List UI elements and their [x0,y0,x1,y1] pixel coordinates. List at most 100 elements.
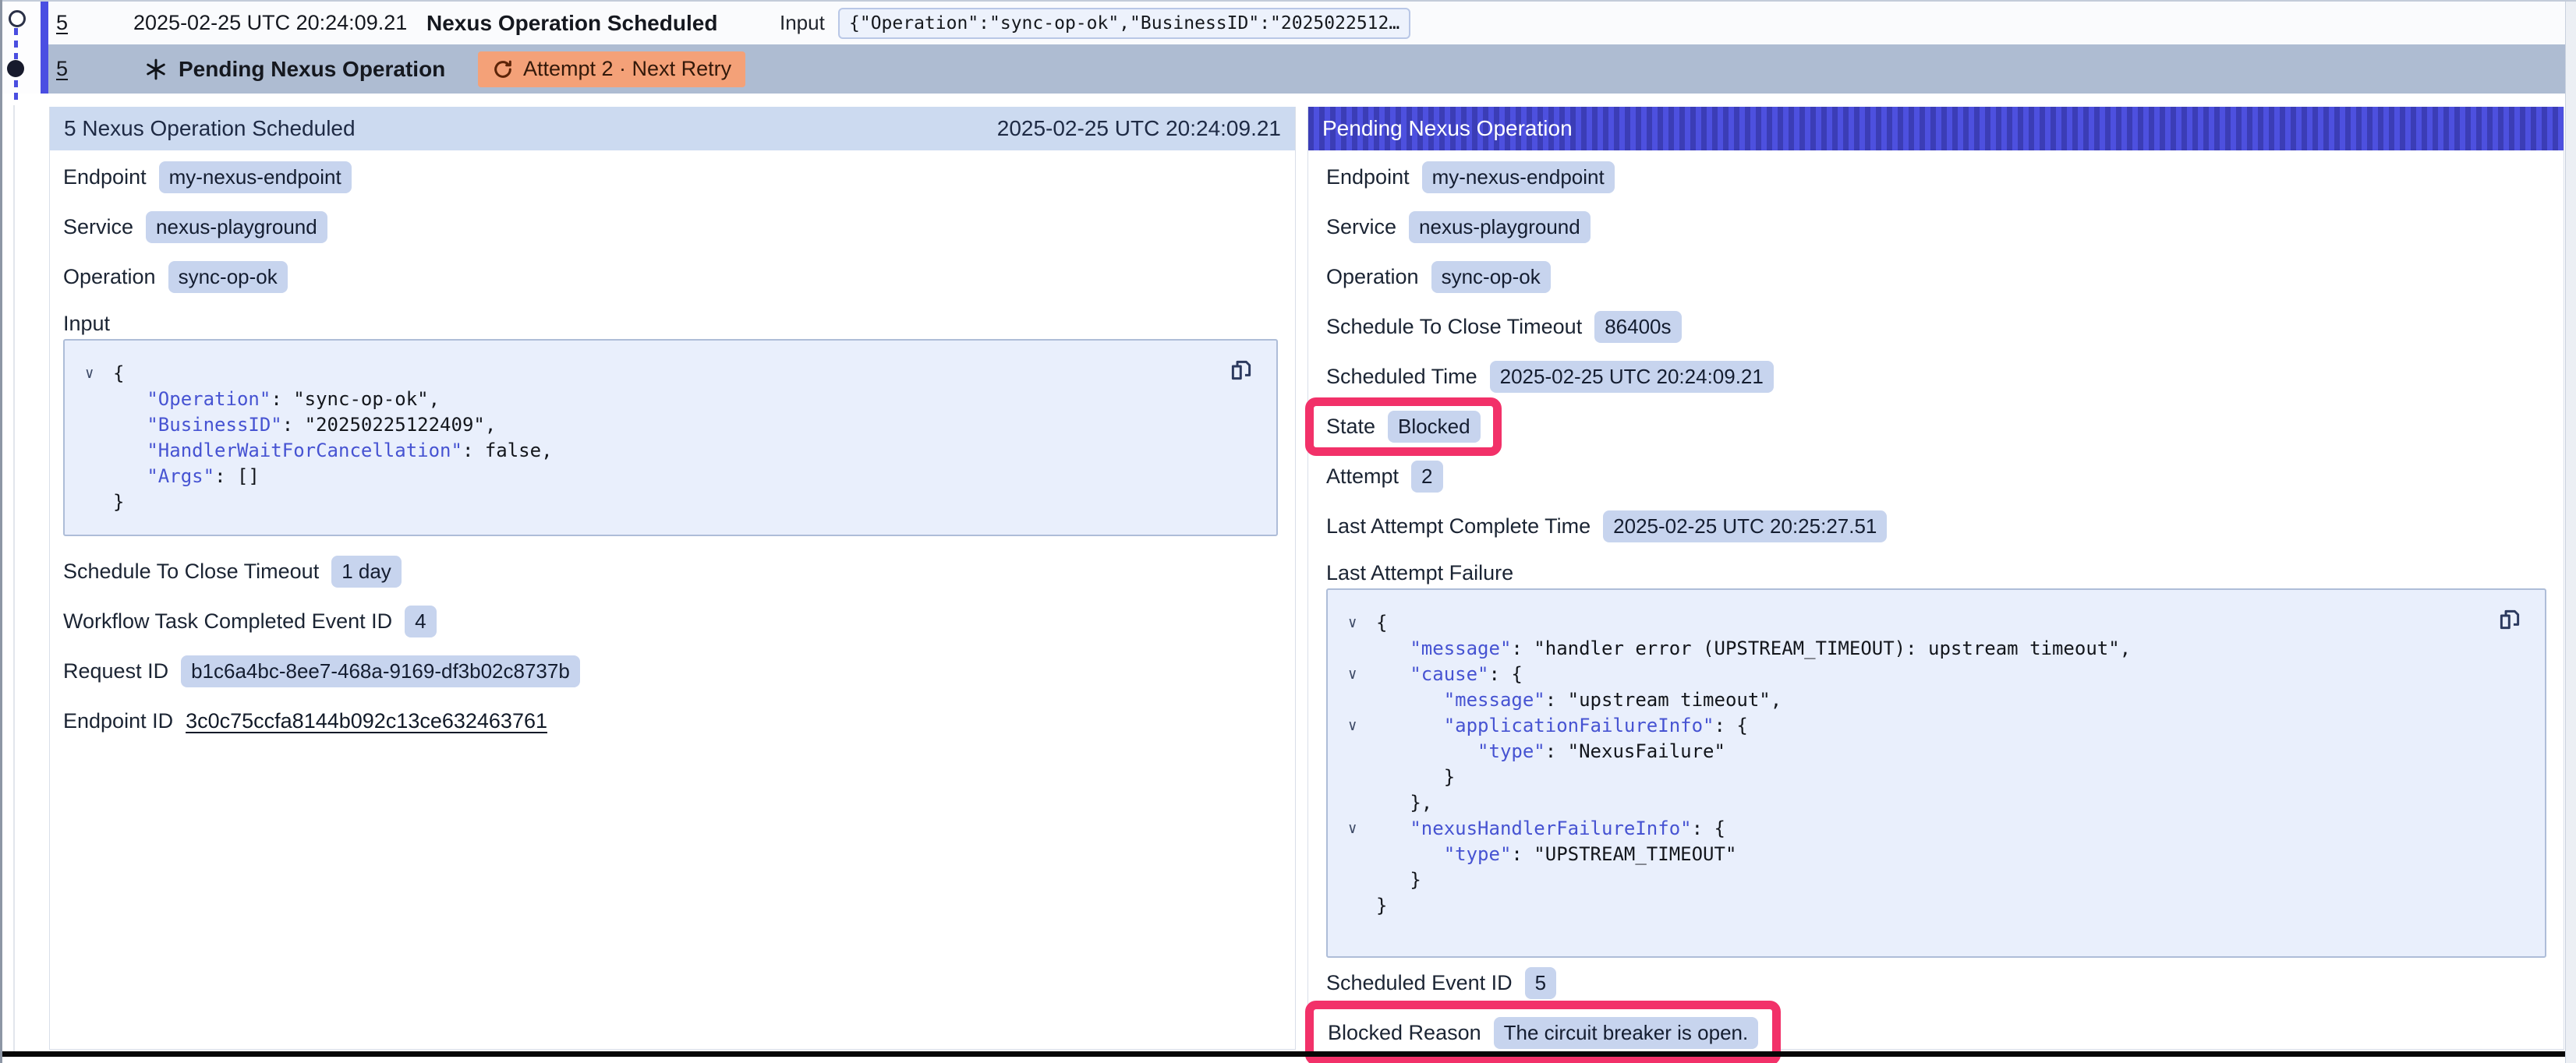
field-label: Scheduled Event ID [1326,971,1513,995]
json-text: { [1376,610,1387,636]
failure-code-label: Last Attempt Failure [1326,557,2546,588]
timeline-active-dot [7,60,24,77]
json-text [1376,842,1444,867]
field-row-request-id: Request IDb1c6a4bc-8ee7-468a-9169-df3b02… [63,646,1278,696]
json-text: : "upstream timeout", [1545,687,1782,713]
pending-operation-panel: Pending Nexus Operation Endpointmy-nexus… [1307,107,2564,1050]
chevron-down-icon[interactable]: ∨ [1343,713,1376,739]
retry-badge-wrap: Attempt 2 · Next Retry [478,44,745,94]
json-text [1376,713,1444,739]
window-bottom-border [0,1051,2576,1057]
field-value-link[interactable]: 3c0c75ccfa8144b092c13ce632463761 [186,709,547,733]
json-key: "type" [1477,739,1545,765]
page-scrollbar[interactable] [2565,0,2576,1063]
field-value-chip: sync-op-ok [1431,261,1551,293]
field-row-schedule-to-close-timeout: Schedule To Close Timeout1 day [63,546,1278,596]
field-label: Schedule To Close Timeout [1326,315,1582,339]
field-label: Attempt [1326,464,1399,489]
json-text: } [1376,893,1387,919]
panel-time: 2025-02-25 UTC 20:24:09.21 [997,116,1281,141]
event-row[interactable]: 5 2025-02-25 UTC 20:24:09.21 Nexus Opera… [2,2,2565,44]
input-code-label: Input [63,308,1278,339]
field-label: Operation [1326,265,1419,289]
window-root: 5 2025-02-25 UTC 20:24:09.21 Nexus Opera… [0,0,2576,1063]
json-text [113,464,147,489]
code-gutter [1343,636,1376,662]
field-label: Scheduled Time [1326,365,1477,389]
timeline-pending-icon [9,10,26,27]
field-value-chip: my-nexus-endpoint [1422,161,1615,193]
json-line: "Operation": "sync-op-ok", [80,387,1261,412]
json-text [1376,816,1410,842]
group-id-link[interactable]: 5 [56,44,68,94]
field-row-endpoint-id: Endpoint ID3c0c75ccfa8144b092c13ce632463… [63,696,1278,746]
json-text: } [1376,867,1421,893]
event-detail-panel: 5 Nexus Operation Scheduled 2025-02-25 U… [49,107,1296,1050]
input-code-block: ∨{ "Operation": "sync-op-ok", "BusinessI… [63,339,1278,536]
json-line: } [1343,893,2529,919]
json-line: "BusinessID": "20250225122409", [80,412,1261,438]
json-line: ∨ "nexusHandlerFailureInfo": { [1343,816,2529,842]
json-text: : "20250225122409", [282,412,497,438]
pending-operation-header: Pending Nexus Operation [1308,107,2564,150]
field-value-chip: 4 [405,606,436,637]
input-preview-chip-wrap: {"Operation":"sync-op-ok","BusinessID":"… [838,2,1410,44]
panel-title: Pending Nexus Operation [1322,116,1573,141]
code-gutter [1343,893,1376,919]
field-row-endpoint: Endpointmy-nexus-endpoint [63,152,1278,202]
json-key: "nexusHandlerFailureInfo" [1410,816,1691,842]
field-row-operation: Operation sync-op-ok [1326,252,2546,302]
field-row-operation: Operationsync-op-ok [63,252,1278,302]
json-text: : "handler error (UPSTREAM_TIMEOUT): ups… [1511,636,2131,662]
field-value-chip: nexus-playground [146,211,327,243]
field-value-chip: 5 [1525,967,1556,999]
json-text [113,387,147,412]
field-value-chip: sync-op-ok [168,261,288,293]
field-label: Service [1326,215,1396,239]
input-inline-label: Input [780,2,825,44]
field-row-scheduled-time: Scheduled Time2025-02-25 UTC 20:24:09.21 [1326,351,2546,401]
group-row[interactable]: 5 Pending Nexus Operation Attempt 2 · Ne… [2,44,2565,94]
json-text: : { [1692,816,1725,842]
code-gutter [80,387,113,412]
left-fields-top: Endpointmy-nexus-endpointServicenexus-pl… [63,152,1278,302]
json-line: "type": "UPSTREAM_TIMEOUT" [1343,842,2529,867]
json-key: "type" [1444,842,1512,867]
field-value-chip: 86400s [1594,311,1681,343]
json-text: : "NexusFailure" [1545,739,1725,765]
failure-code-block: ∨{ "message": "handler error (UPSTREAM_T… [1326,588,2546,958]
selection-accent-bar [41,2,48,94]
event-time: 2025-02-25 UTC 20:24:09.21 [133,2,407,44]
field-row-state: StateBlocked [1326,401,2546,451]
field-row-service: Servicenexus-playground [63,202,1278,252]
code-gutter [1343,790,1376,816]
json-text: } [1376,765,1455,790]
json-text: : "sync-op-ok", [271,387,440,412]
timeline-dashed-connector [14,80,18,105]
input-preview-chip[interactable]: {"Operation":"sync-op-ok","BusinessID":"… [838,8,1410,39]
json-line: } [1343,765,2529,790]
code-gutter [1343,842,1376,867]
json-line: "message": "handler error (UPSTREAM_TIME… [1343,636,2529,662]
field-label: State [1326,415,1375,439]
chevron-down-icon[interactable]: ∨ [80,361,113,387]
copy-button[interactable] [1228,356,1256,384]
field-row-service: Servicenexus-playground [1326,202,2546,252]
chevron-down-icon[interactable]: ∨ [1343,662,1376,687]
left-fields-bottom: Schedule To Close Timeout1 dayWorkflow T… [63,546,1278,746]
json-text [113,412,147,438]
json-key: "Args" [147,464,214,489]
chevron-down-icon[interactable]: ∨ [1343,816,1376,842]
field-value-chip: 2 [1411,461,1442,493]
copy-icon [2496,606,2523,633]
field-value-chip: 2025-02-25 UTC 20:25:27.51 [1603,510,1887,542]
json-text: } [113,489,124,515]
json-key: "message" [1410,636,1511,662]
panel-title: 5 Nexus Operation Scheduled [64,116,356,141]
chevron-down-icon[interactable]: ∨ [1343,610,1376,636]
json-text: : false, [462,438,553,464]
event-id-link[interactable]: 5 [56,2,68,44]
json-line: ∨{ [80,361,1261,387]
json-text: : [] [214,464,260,489]
copy-button[interactable] [2496,606,2525,634]
